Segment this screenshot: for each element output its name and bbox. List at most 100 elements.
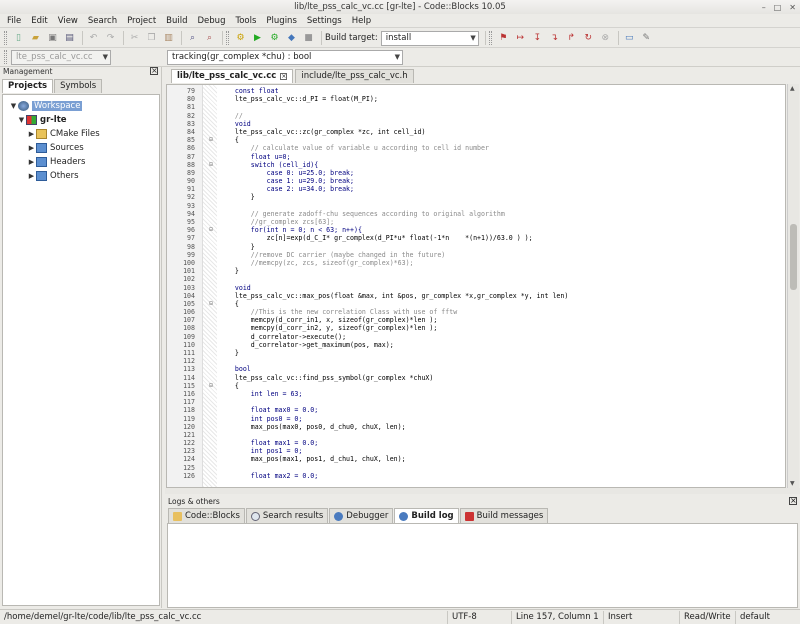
abort-icon[interactable]: ■ <box>301 31 316 46</box>
code-line[interactable]: 103 void <box>167 284 785 292</box>
code-line[interactable]: 111 } <box>167 349 785 357</box>
code-line[interactable]: 109 d_correlator->execute(); <box>167 333 785 341</box>
menu-project[interactable]: Project <box>122 14 161 28</box>
code-line[interactable]: 90 case 1: u=29.0; break; <box>167 177 785 185</box>
code-line[interactable]: 86 // calculate value of variable u acco… <box>167 144 785 152</box>
code-line[interactable]: 120 max_pos(max0, pos0, d_chu0, chuX, le… <box>167 423 785 431</box>
code-line[interactable]: 102 <box>167 275 785 283</box>
menu-plugins[interactable]: Plugins <box>261 14 301 28</box>
symbol-select[interactable]: tracking(gr_complex *chu) : bool ▼ <box>167 49 403 65</box>
save-icon[interactable]: ▣ <box>45 31 60 46</box>
tab-header-file[interactable]: include/lte_pss_calc_vc.h <box>295 69 414 83</box>
code-line[interactable]: 123 int pos1 = 0; <box>167 447 785 455</box>
tab-build-messages[interactable]: Build messages <box>459 508 549 523</box>
tree-node-folder[interactable]: ▶ Headers <box>3 155 159 169</box>
expand-arrow-icon[interactable]: ▼ <box>9 102 18 110</box>
menu-help[interactable]: Help <box>347 14 376 28</box>
code-line[interactable]: 101 } <box>167 267 785 275</box>
redo-icon[interactable]: ↷ <box>103 31 118 46</box>
fold-marker-icon[interactable]: ⊟ <box>207 382 215 390</box>
code-line[interactable]: 108 memcpy(d_corr_in2, y, sizeof(gr_comp… <box>167 324 785 332</box>
horizontal-splitter[interactable] <box>165 488 800 494</box>
scope-select[interactable]: lte_pss_calc_vc.cc ▼ <box>11 49 111 65</box>
code-line[interactable]: 122 float max1 = 0.0; <box>167 439 785 447</box>
stop-debug-icon[interactable]: ⊗ <box>598 31 613 46</box>
code-line[interactable]: 97 zc[n]=exp(d_C_I* gr_complex(d_PI*u* f… <box>167 234 785 242</box>
maximize-icon[interactable]: □ <box>774 1 782 15</box>
tree-node-folder[interactable]: ▶ Others <box>3 169 159 183</box>
code-line[interactable]: 115 ⊟ { <box>167 382 785 390</box>
code-line[interactable]: 96 ⊟ for(int n = 0; n < 63; n++){ <box>167 226 785 234</box>
code-line[interactable]: 105 ⊟ { <box>167 300 785 308</box>
tab-build-log[interactable]: Build log <box>394 508 459 523</box>
close-icon[interactable]: × <box>789 497 797 505</box>
debug-info-icon[interactable]: ✎ <box>639 31 654 46</box>
expand-arrow-icon[interactable]: ▶ <box>27 158 36 166</box>
code-line[interactable]: 89 case 0: u=25.0; break; <box>167 169 785 177</box>
tab-projects[interactable]: Projects <box>2 79 54 93</box>
close-window-icon[interactable]: ✕ <box>789 1 796 15</box>
build-gear-icon[interactable]: ⚙ <box>233 31 248 46</box>
code-line[interactable]: 87 float u=0; <box>167 153 785 161</box>
expand-arrow-icon[interactable]: ▶ <box>27 144 36 152</box>
code-line[interactable]: 80 lte_pss_calc_vc::d_PI = float(M_PI); <box>167 95 785 103</box>
fold-marker-icon[interactable]: ⊟ <box>207 300 215 308</box>
code-line[interactable]: 117 <box>167 398 785 406</box>
build-run-icon[interactable]: ⚙ <box>267 31 282 46</box>
tab-debugger[interactable]: Debugger <box>329 508 394 523</box>
code-line[interactable]: 113 bool <box>167 365 785 373</box>
cut-icon[interactable]: ✂ <box>127 31 142 46</box>
code-line[interactable]: 119 int pos0 = 0; <box>167 415 785 423</box>
code-line[interactable]: 99 //remove DC carrier (maybe changed in… <box>167 251 785 259</box>
close-tab-icon[interactable]: × <box>280 73 288 80</box>
code-line[interactable]: 124 max_pos(max1, pos1, d_chu1, chuX, le… <box>167 455 785 463</box>
code-editor[interactable]: 79 const float 80 lte_pss_calc_vc::d_PI =… <box>166 84 786 488</box>
next-line-icon[interactable]: ↧ <box>530 31 545 46</box>
menu-build[interactable]: Build <box>161 14 192 28</box>
code-line[interactable]: 82 // <box>167 112 785 120</box>
copy-icon[interactable]: ❐ <box>144 31 159 46</box>
code-line[interactable]: 88 ⊟ switch (cell_id){ <box>167 161 785 169</box>
code-line[interactable]: 106 //This is the new correlation Class … <box>167 308 785 316</box>
menu-edit[interactable]: Edit <box>26 14 52 28</box>
debug-windows-icon[interactable]: ▭ <box>622 31 637 46</box>
code-line[interactable]: 93 <box>167 202 785 210</box>
code-line[interactable]: 94 // generate zadoff-chu sequences acco… <box>167 210 785 218</box>
toolbar-grip[interactable] <box>488 31 492 45</box>
step-out-icon[interactable]: ↱ <box>564 31 579 46</box>
menu-debug[interactable]: Debug <box>193 14 231 28</box>
expand-arrow-icon[interactable]: ▼ <box>17 116 26 124</box>
open-folder-icon[interactable]: ▰ <box>28 31 43 46</box>
build-target-select[interactable]: install ▼ <box>380 30 479 46</box>
code-line[interactable]: 79 const float <box>167 87 785 95</box>
close-icon[interactable]: × <box>150 67 158 75</box>
code-line[interactable]: 98 } <box>167 243 785 251</box>
toolbar-grip[interactable] <box>4 50 7 64</box>
tab-codeblocks-log[interactable]: Code::Blocks <box>168 508 245 523</box>
fold-marker-icon[interactable]: ⊟ <box>207 136 215 144</box>
expand-arrow-icon[interactable]: ▶ <box>27 172 36 180</box>
code-line[interactable]: 85 ⊟ { <box>167 136 785 144</box>
vertical-scrollbar[interactable]: ▲ ▼ <box>787 84 799 488</box>
tab-search-results[interactable]: Search results <box>245 508 329 523</box>
code-line[interactable]: 114 lte_pss_calc_vc::find_pss_symbol(gr_… <box>167 374 785 382</box>
minimize-icon[interactable]: – <box>762 1 766 15</box>
build-log-output[interactable] <box>167 523 798 608</box>
code-line[interactable]: 95 //gr_complex zcs[63]; <box>167 218 785 226</box>
paste-icon[interactable]: ▥ <box>161 31 176 46</box>
code-line[interactable]: 110 d_correlator->get_maximum(pos, max); <box>167 341 785 349</box>
debug-icon[interactable]: ⚑ <box>496 31 511 46</box>
menu-tools[interactable]: Tools <box>230 14 261 28</box>
menu-file[interactable]: File <box>2 14 26 28</box>
code-line[interactable]: 104 lte_pss_calc_vc::max_pos(float &max,… <box>167 292 785 300</box>
code-line[interactable]: 100 //memcpy(zc, zcs, sizeof(gr_complex)… <box>167 259 785 267</box>
tree-node-folder[interactable]: ▶ CMake Files <box>3 127 159 141</box>
new-file-icon[interactable]: ▯ <box>11 31 26 46</box>
code-line[interactable]: 118 float max0 = 0.0; <box>167 406 785 414</box>
next-instruction-icon[interactable]: ↻ <box>581 31 596 46</box>
code-line[interactable]: 107 memcpy(d_corr_in1, x, sizeof(gr_comp… <box>167 316 785 324</box>
tab-source-file[interactable]: lib/lte_pss_calc_vc.cc × <box>171 69 294 83</box>
toolbar-grip[interactable] <box>226 31 229 45</box>
fold-marker-icon[interactable]: ⊟ <box>207 161 215 169</box>
expand-arrow-icon[interactable]: ▶ <box>27 130 36 138</box>
